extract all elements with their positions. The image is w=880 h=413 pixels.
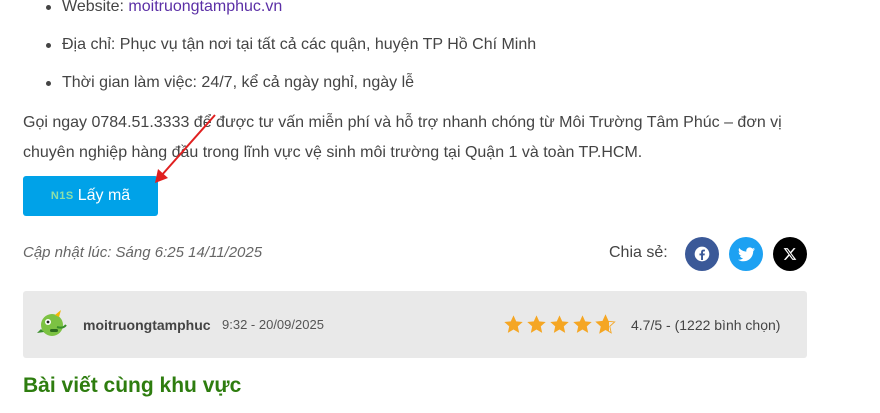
author-name[interactable]: moitruongtamphuc [83,317,211,333]
facebook-icon [694,246,710,262]
list-item: Website: moitruongtamphuc.vn [46,0,536,26]
contact-list: Website: moitruongtamphuc.vn Địa chỉ: Ph… [46,0,536,102]
call-paragraph: Gọi ngay 0784.51.3333 để được tư vấn miễ… [23,114,782,161]
x-icon [783,248,797,260]
list-item: Thời gian làm việc: 24/7, kể cả ngày ngh… [46,64,536,102]
star-icon[interactable] [572,314,593,335]
rating-text: 4.7/5 - (1222 bình chọn) [631,317,781,333]
author-avatar-icon [37,310,67,336]
list-item: Địa chỉ: Phục vụ tận nơi tại tất cả các … [46,26,536,64]
twitter-icon [737,246,755,261]
star-half-icon[interactable] [595,314,616,335]
author-timestamp: 9:32 - 20/09/2025 [222,317,324,332]
star-icon[interactable] [526,314,547,335]
author-box: moitruongtamphuc 9:32 - 20/09/2025 4.7/5… [23,291,807,358]
facebook-share-button[interactable] [685,237,719,271]
twitter-share-button[interactable] [729,237,763,271]
star-icon[interactable] [549,314,570,335]
website-link[interactable]: moitruongtamphuc.vn [128,0,282,15]
updated-timestamp: Cập nhật lúc: Sáng 6:25 14/11/2025 [23,244,263,261]
share-label: Chia sẻ: [609,244,668,261]
related-posts-heading: Bài viết cùng khu vực [23,374,242,397]
x-share-button[interactable] [773,237,807,271]
star-rating[interactable] [503,314,618,335]
get-code-label: Lấy mã [77,187,131,204]
n1s-logo-icon: N1S [50,190,74,202]
get-code-button[interactable]: N1S Lấy mã [23,176,158,216]
star-icon[interactable] [503,314,524,335]
